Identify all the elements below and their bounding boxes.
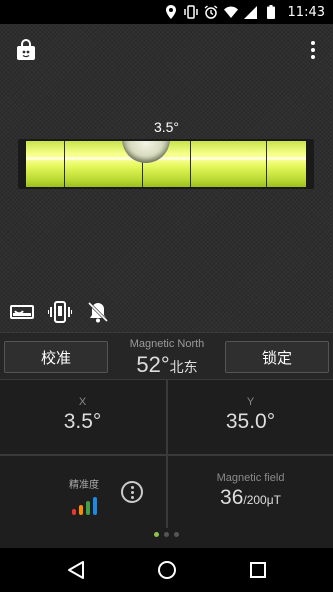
y-label: Y — [246, 396, 255, 408]
status-time: 11:43 — [287, 4, 325, 20]
readings-grid: X 3.5° Y 35.0° 精准度 Magnetic field 36/200… — [0, 380, 333, 528]
page-dot[interactable] — [174, 532, 179, 537]
x-reading: X 3.5° — [0, 380, 165, 454]
bubble-tube — [18, 139, 314, 189]
accuracy-label: 精准度 — [69, 480, 99, 491]
store-icon[interactable] — [14, 38, 38, 62]
bubble-vial — [26, 141, 306, 187]
recents-icon[interactable] — [246, 558, 270, 582]
status-bar: 11:43 — [0, 0, 333, 24]
calibrate-button[interactable]: 校准 — [4, 341, 108, 373]
field-label: Magnetic field — [216, 472, 285, 484]
field-value: 36 — [220, 486, 244, 509]
magnetic-north: Magnetic North 52°北东 — [112, 338, 222, 378]
wifi-icon — [223, 5, 238, 19]
control-row: 校准 Magnetic North 52°北东 锁定 — [0, 332, 333, 380]
location-icon — [164, 5, 178, 19]
north-value: 52° — [136, 352, 170, 377]
accuracy: 精准度 — [62, 476, 106, 515]
info-panel: 校准 Magnetic North 52°北东 锁定 X 3.5° Y 35.0… — [0, 332, 333, 548]
accuracy-bar — [71, 509, 76, 515]
accuracy-cell: 精准度 — [0, 456, 165, 530]
accuracy-bars-icon — [62, 497, 106, 515]
x-label: X — [78, 396, 87, 408]
magnetic-field-reading: Magnetic field 36/200μT — [168, 456, 333, 530]
navigation-bar — [0, 548, 333, 592]
page-indicator — [0, 532, 333, 537]
accuracy-info-button[interactable] — [121, 481, 143, 503]
mode-icons — [10, 300, 110, 324]
y-reading: Y 35.0° — [168, 380, 333, 454]
level-area: 3.5° — [0, 24, 333, 332]
page-dot[interactable] — [154, 532, 159, 537]
lock-button[interactable]: 锁定 — [225, 341, 329, 373]
field-unit: /200μT — [243, 493, 281, 507]
accuracy-bar — [78, 505, 83, 515]
home-icon[interactable] — [155, 558, 179, 582]
north-direction: 北东 — [169, 360, 198, 376]
back-icon[interactable] — [64, 558, 88, 582]
level-angle: 3.5° — [153, 119, 180, 135]
more-options-icon[interactable] — [307, 38, 319, 62]
accuracy-bar — [92, 497, 97, 515]
y-value: 35.0° — [225, 410, 276, 433]
level-mode-icon[interactable] — [10, 300, 34, 324]
sound-off-icon[interactable] — [86, 300, 110, 324]
battery-icon — [264, 5, 278, 19]
x-value: 3.5° — [63, 410, 102, 433]
vibrate-toggle-icon[interactable] — [48, 300, 72, 324]
vibrate-icon — [183, 5, 198, 19]
accuracy-bar — [85, 501, 90, 515]
alarm-icon — [204, 5, 218, 19]
north-label: Magnetic North — [129, 338, 205, 350]
signal-icon — [244, 5, 258, 19]
page-dot[interactable] — [164, 532, 169, 537]
